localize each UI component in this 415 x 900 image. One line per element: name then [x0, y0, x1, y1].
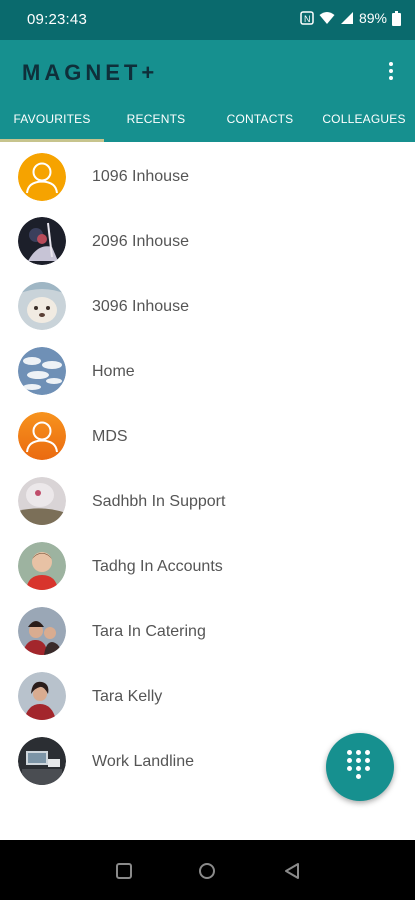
app-bar: MAGNET+ FAVOURITES RECENTS CONTACTS COLL… [0, 40, 415, 142]
list-item[interactable]: 2096 Inhouse [0, 209, 415, 274]
svg-text:N: N [304, 14, 311, 24]
tab-recents[interactable]: RECENTS [104, 110, 208, 142]
dialpad-button[interactable] [326, 733, 394, 801]
contact-name: 2096 Inhouse [92, 233, 189, 250]
contact-name: 3096 Inhouse [92, 298, 189, 315]
contact-name: 1096 Inhouse [92, 168, 189, 185]
list-item[interactable]: Tadhg In Accounts [0, 534, 415, 599]
list-item[interactable]: Home [0, 339, 415, 404]
battery-icon [392, 10, 401, 26]
app-logo: MAGNET+ [22, 60, 159, 85]
contact-photo [18, 347, 66, 395]
list-item[interactable]: MDS [0, 404, 415, 469]
list-item[interactable]: 3096 Inhouse [0, 274, 415, 339]
wifi-icon [319, 11, 335, 25]
default-avatar-icon [18, 412, 66, 460]
tab-label: COLLEAGUES [322, 112, 406, 126]
tab-label: FAVOURITES [13, 112, 91, 126]
signal-icon [340, 11, 354, 25]
status-icons: N 89% [300, 10, 401, 26]
tab-favourites[interactable]: FAVOURITES [0, 110, 104, 142]
contact-photo [18, 477, 66, 525]
contact-photo [18, 672, 66, 720]
contact-name: Tara Kelly [92, 688, 163, 705]
tab-contacts[interactable]: CONTACTS [208, 110, 312, 142]
contact-name: Home [92, 363, 135, 380]
contact-photo [18, 542, 66, 590]
contact-name: Tara In Catering [92, 623, 206, 640]
overflow-menu-icon[interactable] [385, 60, 397, 84]
list-item[interactable]: 1096 Inhouse [0, 144, 415, 209]
tab-bar: FAVOURITES RECENTS CONTACTS COLLEAGUES [0, 110, 415, 142]
list-item[interactable]: Tara In Catering [0, 599, 415, 664]
tab-colleagues[interactable]: COLLEAGUES [312, 110, 415, 142]
status-time: 09:23:43 [27, 11, 87, 28]
battery-percent: 89% [358, 10, 387, 26]
contact-photo [18, 217, 66, 265]
default-avatar-icon [18, 153, 66, 201]
list-item[interactable]: Tara Kelly [0, 664, 415, 729]
system-nav-bar [0, 840, 415, 900]
contact-name: Work Landline [92, 753, 194, 770]
tab-label: RECENTS [126, 112, 186, 126]
nfc-icon: N [300, 11, 314, 25]
status-bar: 09:23:43 N 89% [0, 0, 415, 40]
home-circle-icon[interactable] [198, 862, 216, 885]
list-item[interactable]: Sadhbh In Support [0, 469, 415, 534]
recents-square-icon[interactable] [115, 862, 133, 885]
contact-name: Sadhbh In Support [92, 493, 226, 510]
contact-name: MDS [92, 428, 128, 445]
contact-photo [18, 737, 66, 785]
contact-name: Tadhg In Accounts [92, 558, 223, 575]
tab-label: CONTACTS [226, 112, 294, 126]
contact-photo [18, 607, 66, 655]
tab-indicator [0, 139, 104, 142]
contact-photo [18, 282, 66, 330]
back-triangle-icon[interactable] [283, 862, 301, 885]
dialpad-icon [347, 750, 373, 784]
